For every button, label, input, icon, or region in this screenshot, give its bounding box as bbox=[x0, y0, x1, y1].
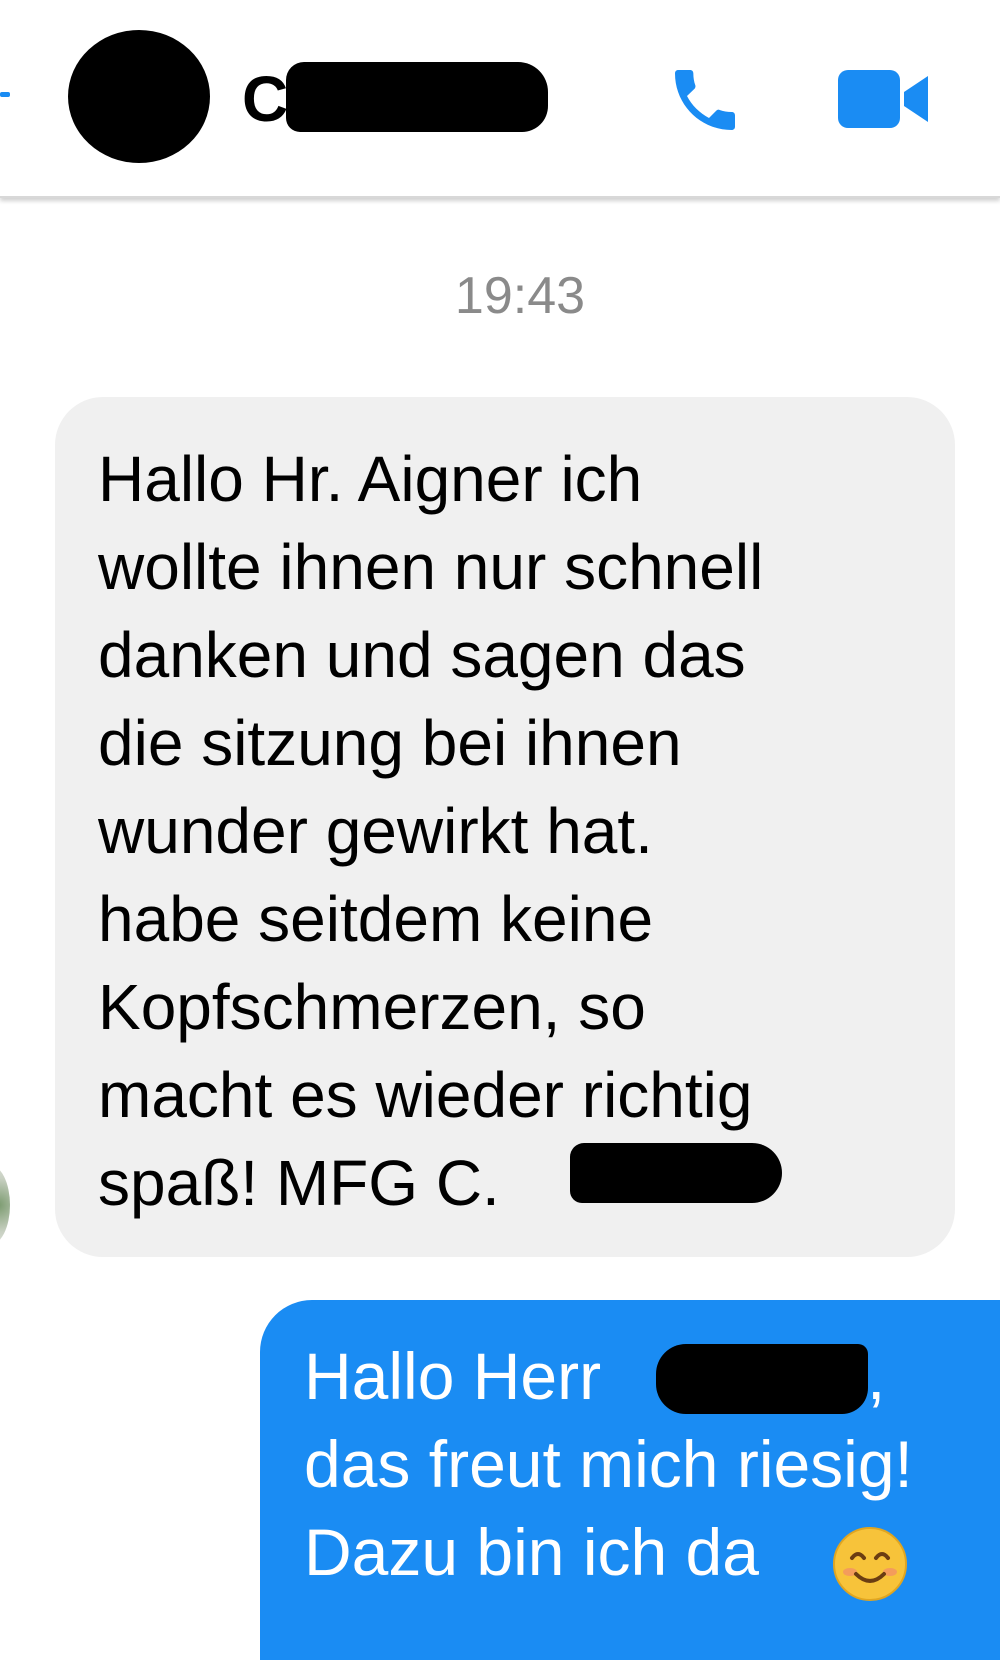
sender-avatar[interactable] bbox=[0, 1165, 10, 1245]
back-arrow-icon[interactable] bbox=[0, 92, 10, 97]
redaction-bar bbox=[570, 1143, 782, 1203]
redaction-bar bbox=[656, 1344, 868, 1414]
contact-avatar[interactable] bbox=[68, 30, 210, 163]
chat-header: C bbox=[0, 0, 1000, 198]
outgoing-message-line: Hallo Herr bbox=[304, 1339, 602, 1413]
phone-icon[interactable] bbox=[665, 60, 745, 140]
redaction-bar bbox=[286, 62, 548, 132]
incoming-message-text: Hallo Hr. Aigner ich wollte ihnen nur sc… bbox=[98, 443, 764, 1219]
contact-name[interactable]: C bbox=[242, 64, 288, 134]
smiling-face-emoji-icon bbox=[832, 1526, 908, 1602]
incoming-message-bubble[interactable]: Hallo Hr. Aigner ich wollte ihnen nur sc… bbox=[55, 397, 955, 1257]
outgoing-message-text: , bbox=[867, 1339, 886, 1413]
outgoing-message-line: Dazu bin ich da bbox=[304, 1515, 759, 1589]
outgoing-message-bubble[interactable]: Hallo Herr , das freut mich riesig! Dazu… bbox=[260, 1300, 1000, 1660]
message-timestamp: 19:43 bbox=[454, 267, 586, 325]
video-camera-icon[interactable] bbox=[838, 68, 930, 130]
outgoing-message-line: das freut mich riesig! bbox=[304, 1427, 913, 1501]
